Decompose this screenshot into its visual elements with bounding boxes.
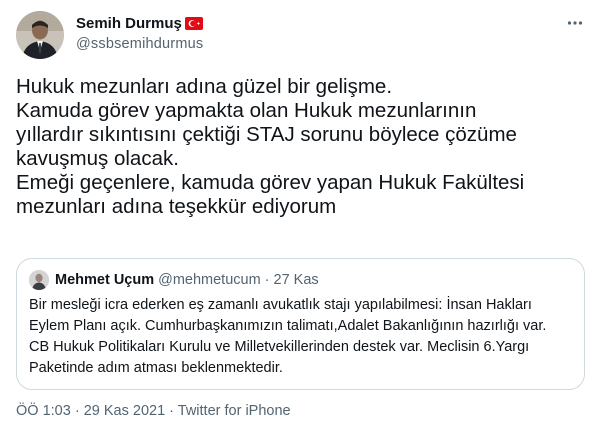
author-names: Semih Durmuş @ssbsemihdurmus: [76, 13, 203, 53]
separator-dot: ·: [169, 403, 178, 419]
author-handle[interactable]: @ssbsemihdurmus: [76, 36, 203, 52]
tweet-source[interactable]: Twitter for iPhone: [178, 403, 291, 419]
tweet-text-line: Kamuda görev yapmakta olan Hukuk mezunla…: [16, 99, 477, 122]
quoted-text-line: Bir mesleği icra ederken eş zamanlı avuk…: [29, 297, 532, 313]
quoted-text-line: CB Hukuk Politikaları Kurulu ve Milletve…: [29, 339, 530, 355]
quoted-text-line: Paketinde adım atması beklenmektedir.: [29, 360, 283, 376]
avatar[interactable]: [16, 11, 64, 59]
separator-dot: ·: [74, 403, 84, 419]
tweet-text-line: kavuşmuş olacak.: [16, 147, 179, 170]
tweet-text-line: yıllardır sıkıntısını çektiği STAJ sorun…: [16, 123, 517, 146]
more-options-icon[interactable]: [565, 13, 585, 33]
tweet-time[interactable]: ÖÖ 1:03: [16, 403, 71, 419]
display-name-row: Semih Durmuş: [76, 13, 203, 33]
quoted-tweet-text: Bir mesleği icra ederken eş zamanlı avuk…: [29, 295, 577, 379]
tweet-header: Semih Durmuş @ssbsemihdurmus: [16, 11, 585, 59]
turkey-flag-icon: [184, 16, 203, 30]
tweet-text: Hukuk mezunları adına güzel bir gelişme.…: [16, 75, 588, 219]
quoted-tweet[interactable]: Mehmet Uçum @mehmetucum · 27 Kas Bir mes…: [16, 258, 585, 390]
author-display-name[interactable]: Semih Durmuş: [76, 15, 182, 32]
tweet-text-line: Hukuk mezunları adına güzel bir gelişme.: [16, 75, 393, 98]
quoted-display-name: Mehmet Uçum: [55, 272, 155, 288]
tweet-metadata: ÖÖ 1:03 · 29 Kas 2021 · Twitter for iPho…: [16, 403, 291, 419]
tweet-text-line: mezunları adına teşekkür ediyorum: [16, 195, 337, 218]
quoted-tweet-header: Mehmet Uçum @mehmetucum · 27 Kas: [29, 270, 319, 290]
tweet-date[interactable]: 29 Kas 2021: [84, 403, 165, 419]
tweet-text-line: Emeği geçenlere, kamuda görev yapan Huku…: [16, 171, 525, 194]
quoted-avatar: [29, 270, 49, 290]
separator-dot: ·: [264, 272, 270, 288]
quoted-handle: @mehmetucum: [158, 272, 261, 288]
quoted-timestamp: 27 Kas: [273, 272, 319, 288]
quoted-text-line: Eylem Planı açık. Cumhurbaşkanımızın tal…: [29, 318, 547, 334]
